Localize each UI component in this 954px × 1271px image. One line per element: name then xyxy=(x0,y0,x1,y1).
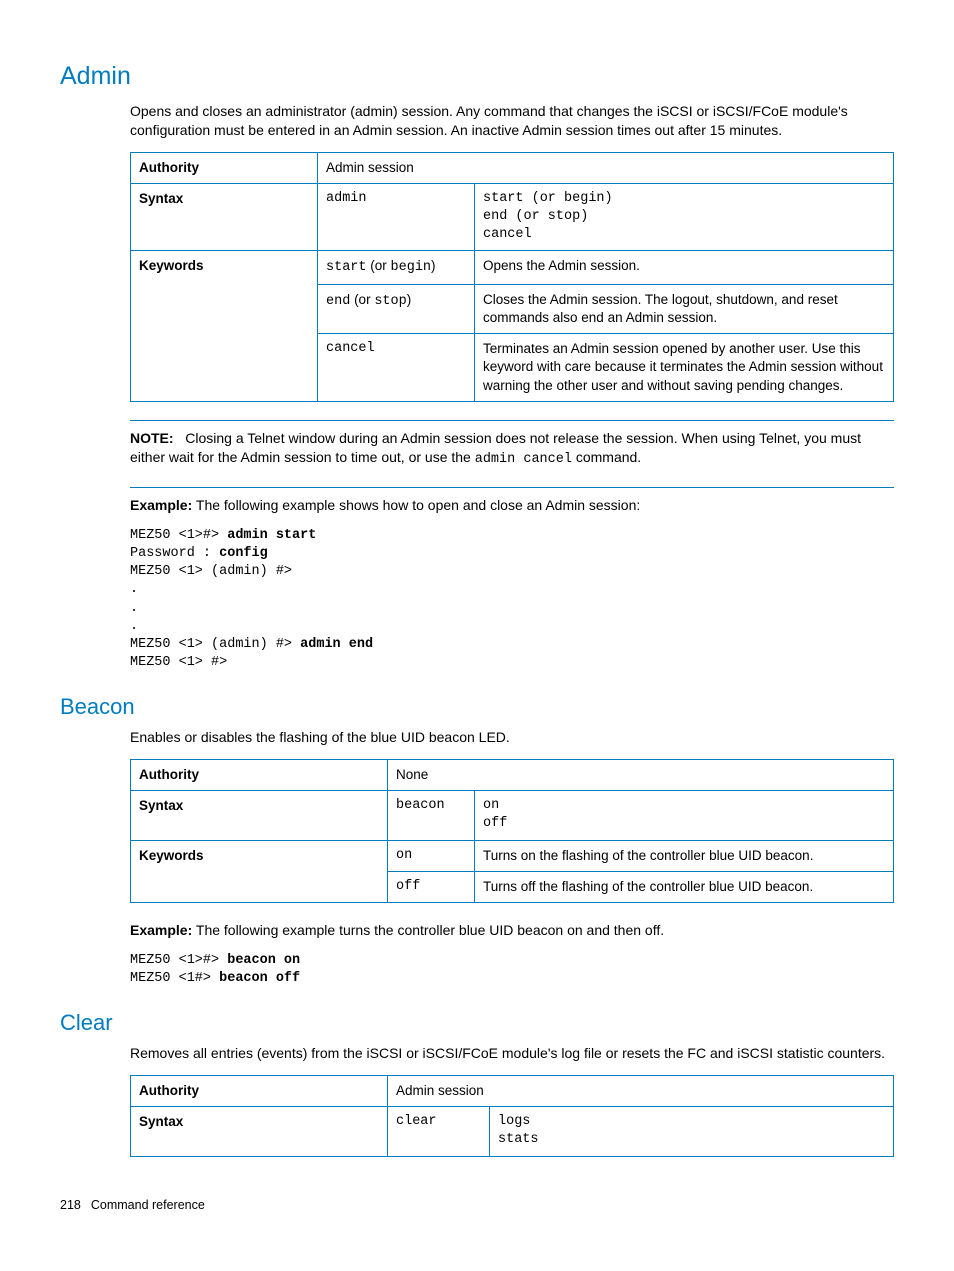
note-label: NOTE: xyxy=(130,430,174,446)
beacon-intro: Enables or disables the flashing of the … xyxy=(130,728,894,747)
example-text: The following example turns the controll… xyxy=(192,922,664,938)
table-row: Syntax admin start (or begin) end (or st… xyxy=(131,183,894,251)
admin-intro: Opens and closes an administrator (admin… xyxy=(130,102,894,140)
admin-example-line: Example: The following example shows how… xyxy=(130,496,894,515)
footer-title: Command reference xyxy=(91,1198,205,1212)
cell-kw3-cmd: cancel xyxy=(318,334,475,402)
cell-kw1-desc: Turns on the flashing of the controller … xyxy=(475,840,894,871)
cell-authority-label: Authority xyxy=(131,1076,388,1107)
cell-authority-val: None xyxy=(388,760,894,791)
table-row: Keywords start (or begin) Opens the Admi… xyxy=(131,251,894,284)
cell-authority-val: Admin session xyxy=(318,152,894,183)
cell-kw2-desc: Closes the Admin session. The logout, sh… xyxy=(475,284,894,333)
cell-syntax-cmd: beacon xyxy=(388,791,475,840)
cell-kw2-desc: Turns off the flashing of the controller… xyxy=(475,871,894,902)
cell-syntax-args: logs stats xyxy=(490,1107,894,1156)
admin-note: NOTE: Closing a Telnet window during an … xyxy=(130,429,894,469)
clear-table: Authority Admin session Syntax clear log… xyxy=(130,1075,894,1157)
example-text: The following example shows how to open … xyxy=(192,497,640,513)
table-row: Authority None xyxy=(131,760,894,791)
cell-authority-val: Admin session xyxy=(388,1076,894,1107)
cell-kw2-cmd: end (or stop) xyxy=(318,284,475,333)
cell-kw1-cmd: on xyxy=(388,840,475,871)
page-footer: 218 Command reference xyxy=(60,1197,894,1214)
cell-keywords-label: Keywords xyxy=(131,840,388,902)
section-heading-admin: Admin xyxy=(60,60,894,94)
table-row: Syntax beacon on off xyxy=(131,791,894,840)
note-rule-top xyxy=(130,420,894,421)
table-row: Syntax clear logs stats xyxy=(131,1107,894,1156)
beacon-example-line: Example: The following example turns the… xyxy=(130,921,894,940)
cell-syntax-args: start (or begin) end (or stop) cancel xyxy=(475,183,894,251)
cell-kw1-cmd: start (or begin) xyxy=(318,251,475,284)
table-row: Authority Admin session xyxy=(131,152,894,183)
cell-kw3-desc: Terminates an Admin session opened by an… xyxy=(475,334,894,402)
cell-authority-label: Authority xyxy=(131,760,388,791)
note-rule-bottom xyxy=(130,487,894,488)
cell-kw1-desc: Opens the Admin session. xyxy=(475,251,894,284)
example-label: Example: xyxy=(130,497,192,513)
admin-table: Authority Admin session Syntax admin sta… xyxy=(130,152,894,402)
example-label: Example: xyxy=(130,922,192,938)
cell-syntax-args: on off xyxy=(475,791,894,840)
admin-code-block: MEZ50 <1>#> admin start Password : confi… xyxy=(130,527,894,673)
clear-intro: Removes all entries (events) from the iS… xyxy=(130,1044,894,1063)
cell-keywords-label: Keywords xyxy=(131,251,318,401)
cell-syntax-cmd: clear xyxy=(388,1107,490,1156)
beacon-table: Authority None Syntax beacon on off Keyw… xyxy=(130,759,894,903)
note-text-b: command. xyxy=(572,449,641,465)
section-heading-beacon: Beacon xyxy=(60,692,894,722)
beacon-code-block: MEZ50 <1>#> beacon on MEZ50 <1#> beacon … xyxy=(130,952,894,988)
cell-syntax-cmd: admin xyxy=(318,183,475,251)
section-heading-clear: Clear xyxy=(60,1008,894,1038)
cell-syntax-label: Syntax xyxy=(131,183,318,251)
page-number: 218 xyxy=(60,1198,81,1212)
cell-kw2-cmd: off xyxy=(388,871,475,902)
cell-syntax-label: Syntax xyxy=(131,791,388,840)
table-row: Keywords on Turns on the flashing of the… xyxy=(131,840,894,871)
cell-authority-label: Authority xyxy=(131,152,318,183)
note-code: admin cancel xyxy=(475,452,572,467)
cell-syntax-label: Syntax xyxy=(131,1107,388,1156)
table-row: Authority Admin session xyxy=(131,1076,894,1107)
